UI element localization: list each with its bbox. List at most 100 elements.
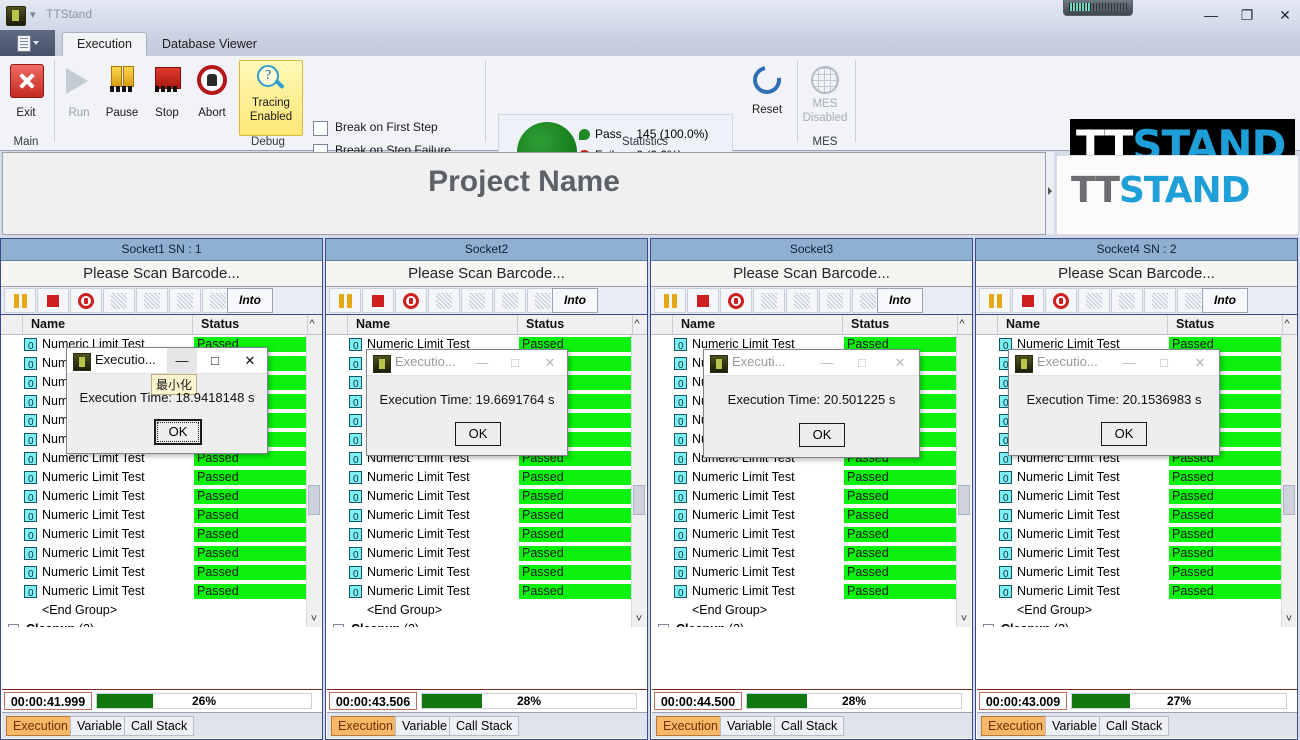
table-row[interactable]: Numeric Limit TestPassed xyxy=(327,525,634,544)
table-row[interactable]: Numeric Limit TestPassed xyxy=(327,563,634,582)
scroll-down-icon[interactable]: ˅ xyxy=(632,613,646,627)
scroll-up-icon[interactable]: ^ xyxy=(1280,318,1294,332)
table-row[interactable]: Numeric Limit TestPassed xyxy=(652,468,959,487)
table-row[interactable]: Numeric Limit TestPassed xyxy=(2,525,309,544)
panel-stop-button[interactable] xyxy=(687,288,719,313)
table-row[interactable]: Numeric Limit TestPassed xyxy=(652,506,959,525)
table-row[interactable]: Numeric Limit TestPassed xyxy=(652,525,959,544)
quick-access-toolbar-caret-icon[interactable]: ▾ xyxy=(30,8,36,21)
window-close-button[interactable]: ✕ xyxy=(1270,6,1300,24)
scroll-up-icon[interactable]: ^ xyxy=(630,318,644,332)
scroll-up-icon[interactable]: ^ xyxy=(955,318,969,332)
table-row[interactable]: Numeric Limit TestPassed xyxy=(977,487,1284,506)
table-row[interactable]: Numeric Limit TestPassed xyxy=(977,468,1284,487)
mes-button[interactable]: MES Disabled xyxy=(800,62,850,124)
panel-into-button[interactable]: Into xyxy=(227,288,273,313)
dialog-close-button[interactable]: ✕ xyxy=(235,348,265,374)
tab-database-viewer[interactable]: Database Viewer xyxy=(148,32,271,56)
tab-variable[interactable]: Variable xyxy=(720,716,779,736)
table-row[interactable]: Numeric Limit TestPassed xyxy=(652,563,959,582)
tab-execution[interactable]: Execution xyxy=(6,716,75,736)
scroll-down-icon[interactable]: ˅ xyxy=(957,613,971,627)
panel-pause-button[interactable] xyxy=(4,288,36,313)
table-row[interactable]: Numeric Limit TestPassed xyxy=(977,544,1284,563)
execution-time-dialog-3[interactable]: Executi... — □ ✕ Execution Time: 20.5012… xyxy=(703,349,920,458)
column-header-name[interactable]: Name xyxy=(348,315,518,335)
dialog-ok-button[interactable]: OK xyxy=(799,423,845,447)
table-row[interactable]: Numeric Limit TestPassed xyxy=(327,468,634,487)
dialog-close-button[interactable]: ✕ xyxy=(1185,350,1215,376)
scrollbar-thumb[interactable] xyxy=(308,485,320,515)
file-menu-button[interactable] xyxy=(0,30,55,56)
table-row[interactable]: Numeric Limit TestPassed xyxy=(2,563,309,582)
tab-call-stack[interactable]: Call Stack xyxy=(124,716,194,736)
dialog-maximize-button[interactable]: □ xyxy=(1149,350,1179,376)
collapse-expander-icon[interactable] xyxy=(333,624,344,627)
table-row-end-group[interactable]: <End Group> xyxy=(977,601,1284,620)
dialog-minimize-button[interactable]: — xyxy=(167,348,197,374)
panel-step-over-button[interactable] xyxy=(753,288,785,313)
table-row[interactable]: Numeric Limit TestPassed xyxy=(652,582,959,601)
table-row[interactable]: Numeric Limit TestPassed xyxy=(327,582,634,601)
panel-step-over-button[interactable] xyxy=(103,288,135,313)
panel-stop-button[interactable] xyxy=(362,288,394,313)
column-header-status[interactable]: Status xyxy=(518,315,633,335)
tracing-enabled-toggle[interactable]: ? Tracing Enabled xyxy=(239,60,303,136)
scrollbar-thumb[interactable] xyxy=(958,485,970,515)
column-header-name[interactable]: Name xyxy=(23,315,193,335)
column-header-status[interactable]: Status xyxy=(843,315,958,335)
collapse-expander-icon[interactable] xyxy=(8,624,19,627)
column-header-status[interactable]: Status xyxy=(1168,315,1283,335)
dialog-maximize-button[interactable]: □ xyxy=(200,348,230,374)
tab-call-stack[interactable]: Call Stack xyxy=(774,716,844,736)
collapse-expander-icon[interactable] xyxy=(983,624,994,627)
table-row-cleanup-group[interactable]: Cleanup (2) xyxy=(327,620,634,627)
panel-into-button[interactable]: Into xyxy=(552,288,598,313)
run-button[interactable]: Run xyxy=(58,60,100,122)
table-row[interactable]: Numeric Limit TestPassed xyxy=(2,487,309,506)
panel-step-out-button[interactable] xyxy=(494,288,526,313)
tab-variable[interactable]: Variable xyxy=(70,716,129,736)
panel-step-out-button[interactable] xyxy=(819,288,851,313)
stop-button[interactable]: Stop xyxy=(145,60,189,122)
barcode-prompt[interactable]: Please Scan Barcode... xyxy=(976,261,1297,287)
table-row[interactable]: Numeric Limit TestPassed xyxy=(977,563,1284,582)
dialog-minimize-button[interactable]: — xyxy=(812,350,842,376)
table-row[interactable]: Numeric Limit TestPassed xyxy=(327,506,634,525)
table-row-cleanup-group[interactable]: Cleanup (2) xyxy=(2,620,309,627)
tab-call-stack[interactable]: Call Stack xyxy=(1099,716,1169,736)
table-row[interactable]: Numeric Limit TestPassed xyxy=(652,544,959,563)
dialog-ok-button[interactable]: OK xyxy=(455,422,501,446)
window-maximize-button[interactable]: ❐ xyxy=(1232,6,1262,24)
tab-variable[interactable]: Variable xyxy=(395,716,454,736)
dialog-minimize-button[interactable]: — xyxy=(467,350,497,376)
collapse-expander-icon[interactable] xyxy=(658,624,669,627)
panel-step-out-button[interactable] xyxy=(1144,288,1176,313)
tree-vertical-scrollbar[interactable]: ˅ xyxy=(306,335,321,627)
panel-abort-button[interactable] xyxy=(1045,288,1077,313)
exit-button[interactable]: Exit xyxy=(4,60,48,122)
panel-into-button[interactable]: Into xyxy=(1202,288,1248,313)
column-header-name[interactable]: Name xyxy=(673,315,843,335)
table-row[interactable]: Numeric Limit TestPassed xyxy=(327,544,634,563)
panel-step-into-button[interactable] xyxy=(136,288,168,313)
abort-button[interactable]: Abort xyxy=(190,60,234,122)
dialog-ok-button[interactable]: OK xyxy=(1101,422,1147,446)
panel-into-button[interactable]: Into xyxy=(877,288,923,313)
scroll-up-icon[interactable]: ^ xyxy=(305,318,319,332)
banner-splitter-handle[interactable] xyxy=(1046,152,1054,234)
pause-button[interactable]: Pause xyxy=(100,60,144,122)
panel-step-over-button[interactable] xyxy=(428,288,460,313)
dialog-close-button[interactable]: ✕ xyxy=(885,350,915,376)
table-row[interactable]: Numeric Limit TestPassed xyxy=(2,468,309,487)
scrollbar-thumb[interactable] xyxy=(1283,485,1295,515)
table-row[interactable]: Numeric Limit TestPassed xyxy=(2,506,309,525)
scroll-down-icon[interactable]: ˅ xyxy=(307,613,321,627)
tab-execution[interactable]: Execution xyxy=(62,32,147,58)
barcode-prompt[interactable]: Please Scan Barcode... xyxy=(326,261,647,287)
panel-stop-button[interactable] xyxy=(1012,288,1044,313)
tab-call-stack[interactable]: Call Stack xyxy=(449,716,519,736)
dialog-close-button[interactable]: ✕ xyxy=(535,350,565,376)
scroll-down-icon[interactable]: ˅ xyxy=(1282,613,1296,627)
tab-execution[interactable]: Execution xyxy=(331,716,400,736)
